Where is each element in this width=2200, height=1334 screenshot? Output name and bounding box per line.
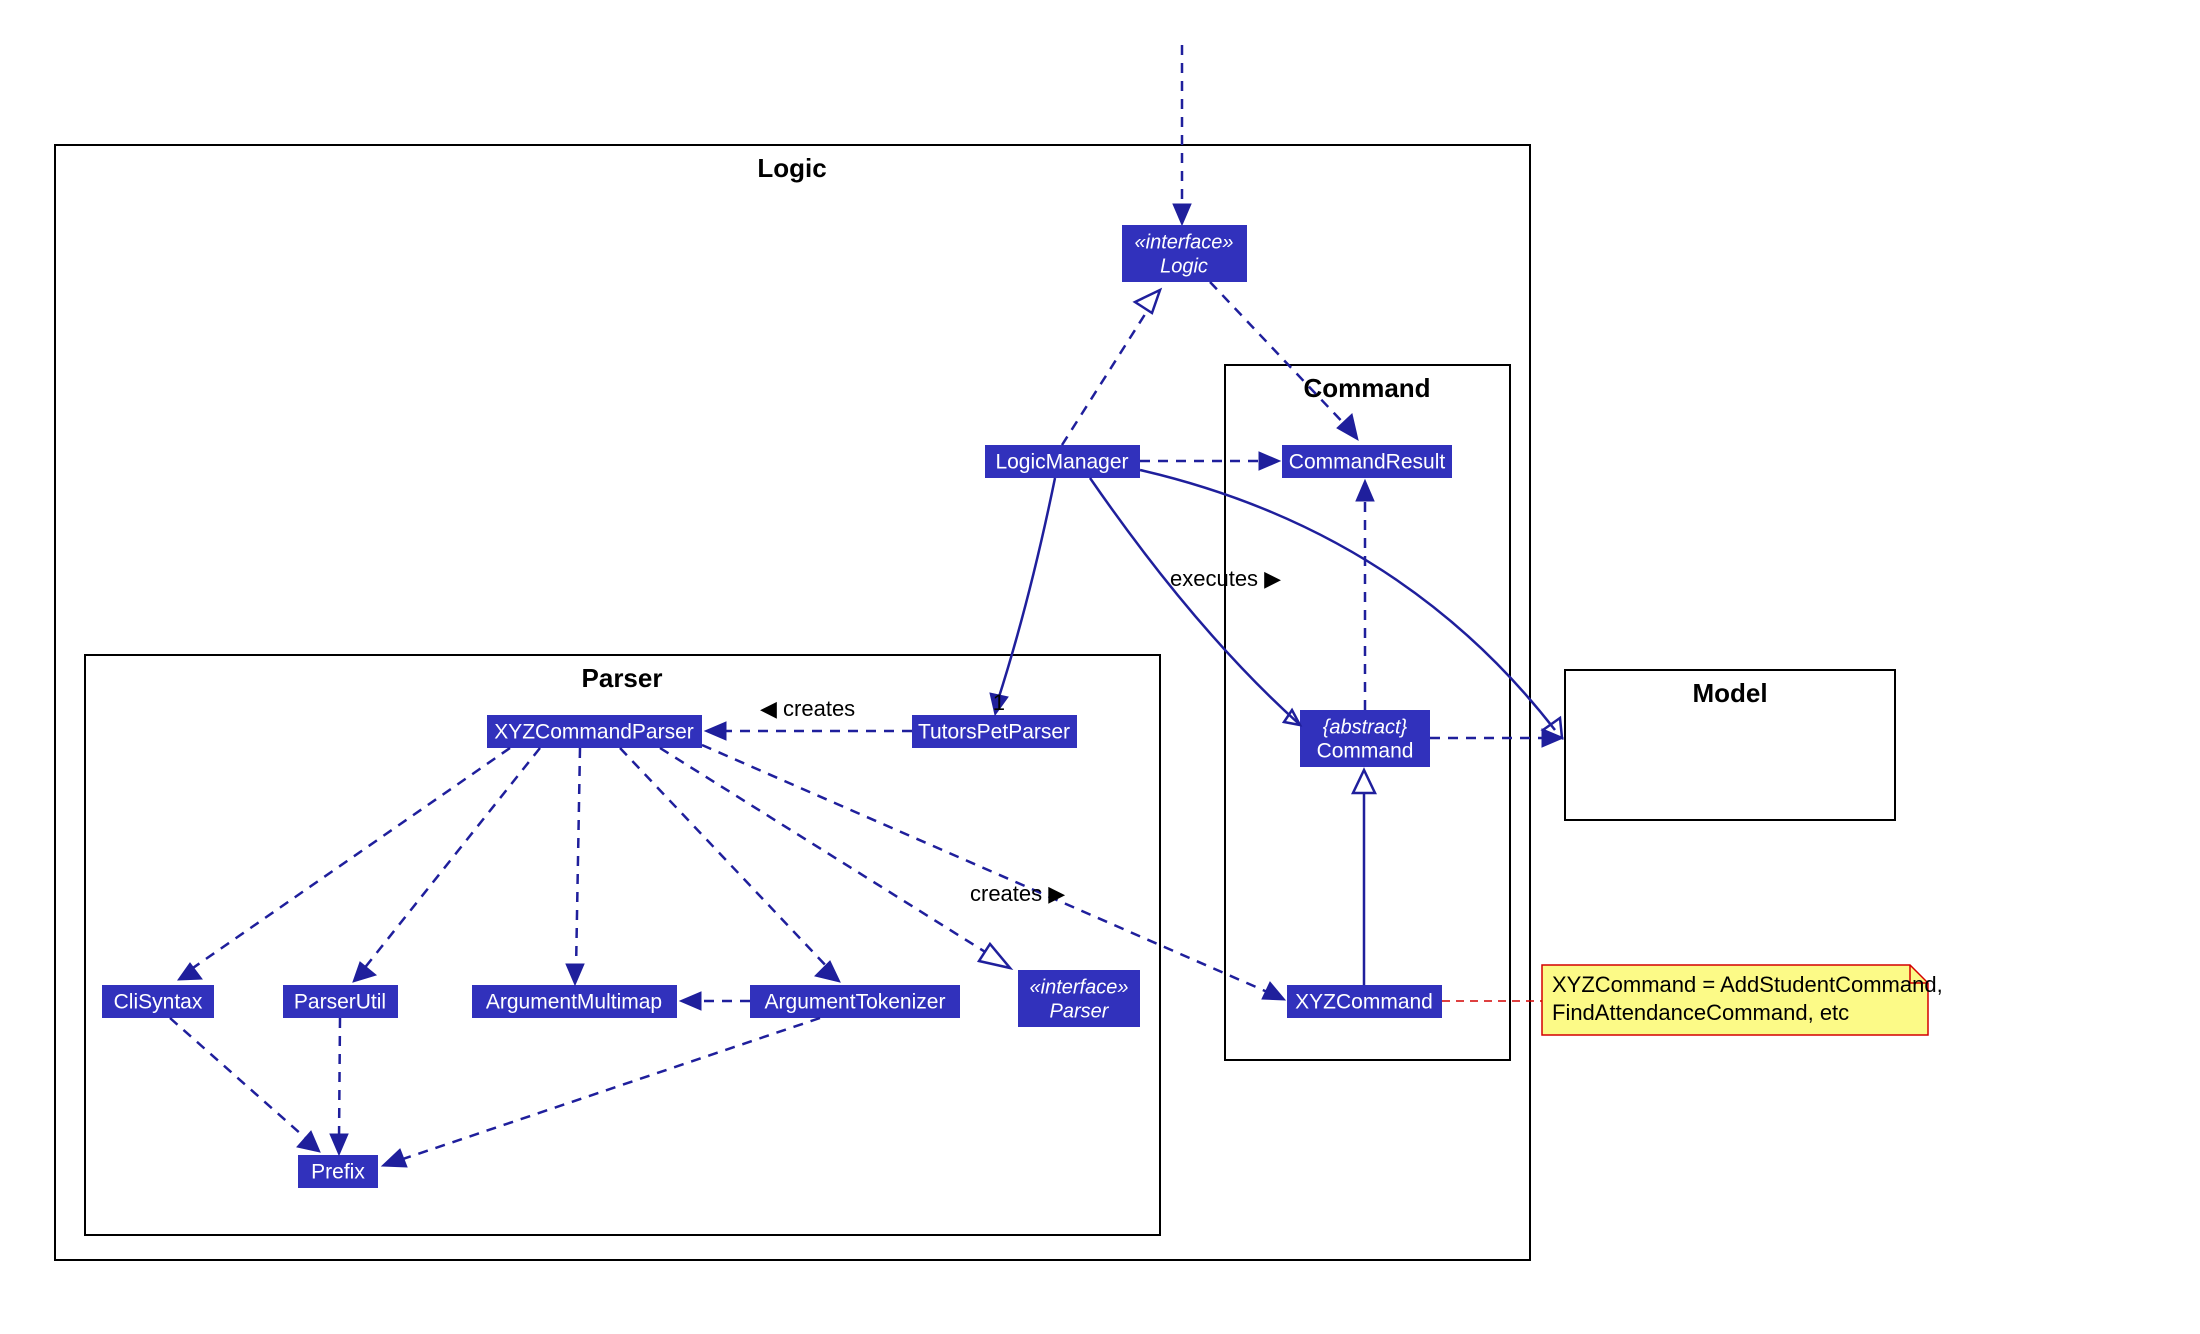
edge-xcp-to-argtokenizer bbox=[620, 748, 830, 970]
class-parser-interface-stereotype: «interface» bbox=[1030, 976, 1129, 998]
edge-logicmanager-executes-command bbox=[1090, 478, 1298, 723]
edge-argtok-to-prefix bbox=[400, 1018, 820, 1160]
package-logic-title: Logic bbox=[757, 153, 826, 183]
arrow-logicmanager-to-commandresult bbox=[1259, 452, 1280, 470]
edge-xcp-to-clisyntax bbox=[190, 748, 510, 970]
package-parser-title: Parser bbox=[582, 663, 663, 693]
class-logic-manager-name: LogicManager bbox=[995, 451, 1128, 474]
arrow-logicmanager-realizes-logic bbox=[1135, 290, 1160, 313]
arrow-argtok-to-argmm bbox=[680, 992, 701, 1010]
class-parser-util-name: ParserUtil bbox=[294, 991, 386, 1014]
class-logic-interface-name: Logic bbox=[1160, 255, 1208, 277]
arrow-argtok-to-prefix bbox=[382, 1149, 407, 1167]
class-xyz-command-name: XYZCommand bbox=[1295, 991, 1433, 1014]
edge-logicmanager-to-model bbox=[1140, 470, 1555, 730]
package-command-title: Command bbox=[1303, 373, 1430, 403]
class-cli-syntax-name: CliSyntax bbox=[114, 991, 203, 1014]
arrow-tutorspetparser-creates-xyzcommandparser bbox=[705, 722, 726, 740]
arrow-xcp-to-argtokenizer bbox=[815, 961, 840, 982]
class-abstract-command-name: Command bbox=[1317, 740, 1414, 763]
edge-parserutil-to-prefix bbox=[339, 1018, 340, 1140]
label-mult1: 1 bbox=[993, 690, 1005, 715]
arrow-external-to-logic bbox=[1173, 204, 1191, 225]
arrow-xyzcommandparser-creates-xyzcommand bbox=[1262, 982, 1285, 1000]
label-executes: executes ▶ bbox=[1170, 566, 1281, 591]
edge-clisyntax-to-prefix bbox=[170, 1018, 310, 1142]
arrow-clisyntax-to-prefix bbox=[297, 1131, 320, 1152]
class-command-result-name: CommandResult bbox=[1289, 451, 1446, 474]
label-creates2: creates ▶ bbox=[970, 881, 1065, 906]
arrow-xcp-to-parserutil bbox=[353, 962, 376, 982]
arrow-parserutil-to-prefix bbox=[330, 1134, 348, 1155]
edge-xcp-to-argmultimap bbox=[576, 748, 580, 970]
class-tutorspet-parser-name: TutorsPetParser bbox=[918, 721, 1070, 744]
class-xyz-command-parser-name: XYZCommandParser bbox=[494, 721, 694, 744]
edge-logic-to-commandresult bbox=[1210, 282, 1350, 430]
label-creates1: ◀ creates bbox=[760, 696, 855, 721]
arrow-xyzcommandparser-realizes-parser bbox=[979, 944, 1010, 968]
class-logic-interface-stereotype: «interface» bbox=[1135, 231, 1234, 253]
edge-logicmanager-to-tutorspetparser bbox=[998, 478, 1055, 700]
arrow-command-to-model bbox=[1542, 729, 1563, 747]
arrow-xyzcommand-extends-command bbox=[1353, 770, 1375, 793]
class-argument-multimap-name: ArgumentMultimap bbox=[486, 991, 662, 1014]
uml-class-diagram: Logic Parser Command Model «interface» L… bbox=[0, 0, 2200, 1334]
arrow-command-to-commandresult bbox=[1356, 480, 1374, 501]
note-line2: FindAttendanceCommand, etc bbox=[1552, 1000, 1849, 1025]
note-xyzcommand: XYZCommand = AddStudentCommand, FindAtte… bbox=[1542, 965, 1943, 1035]
package-model-title: Model bbox=[1692, 678, 1767, 708]
edge-xyzcommandparser-realizes-parser bbox=[660, 748, 990, 955]
note-line1: XYZCommand = AddStudentCommand, bbox=[1552, 972, 1943, 997]
class-abstract-command-stereotype: {abstract} bbox=[1323, 716, 1408, 738]
edge-logicmanager-realizes-logic bbox=[1062, 308, 1149, 445]
edge-xcp-to-parserutil bbox=[363, 748, 540, 970]
arrow-xcp-to-argmultimap bbox=[566, 964, 584, 985]
class-argument-tokenizer-name: ArgumentTokenizer bbox=[765, 991, 946, 1014]
class-parser-interface-name: Parser bbox=[1050, 1000, 1110, 1022]
class-prefix-name: Prefix bbox=[311, 1161, 365, 1184]
